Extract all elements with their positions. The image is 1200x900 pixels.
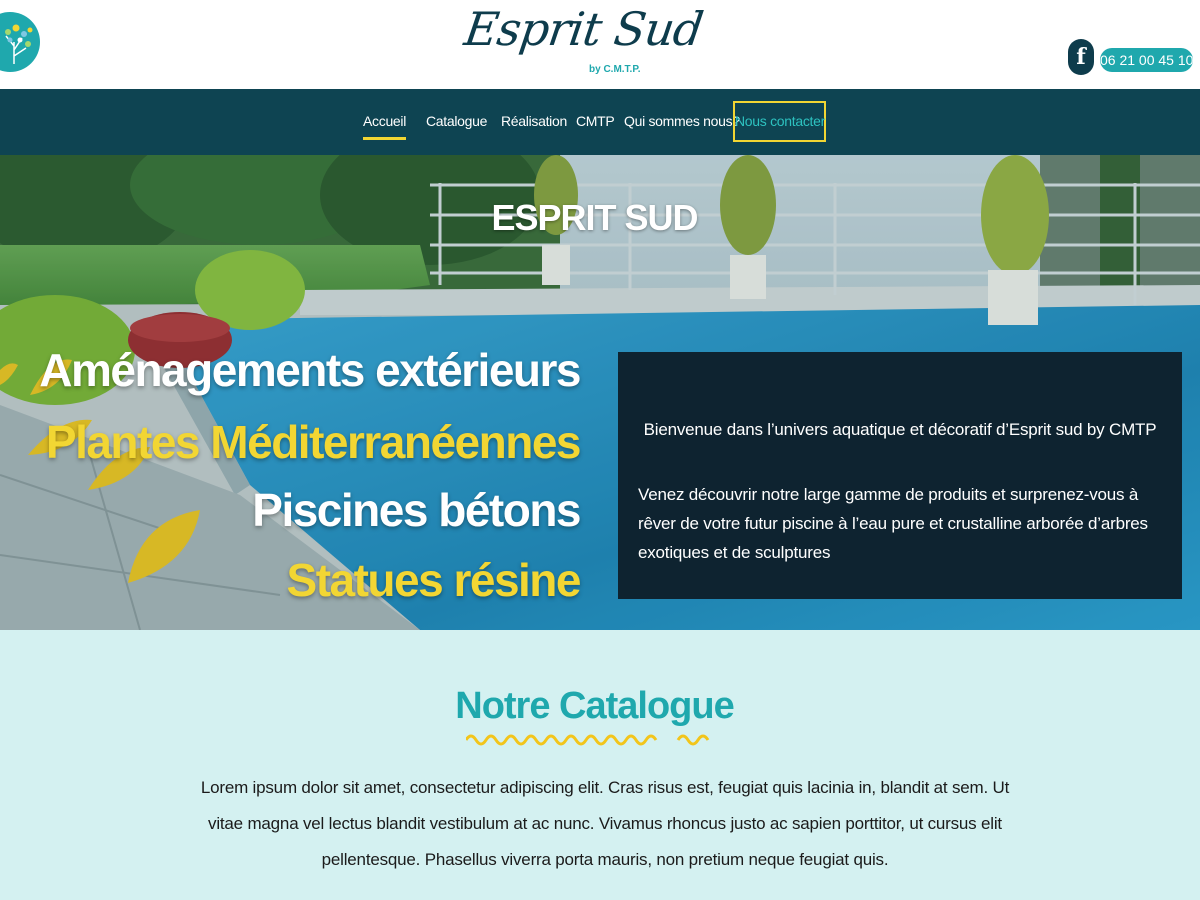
hero-banner: ESPRIT SUD Aménagements extérieurs Plant… xyxy=(0,155,1200,630)
wave-underline-icon xyxy=(466,734,710,746)
nav-item-accueil[interactable]: Accueil xyxy=(363,113,406,140)
nav-contact-button[interactable]: Nous contacter xyxy=(733,101,826,142)
catalogue-description: Lorem ipsum dolor sit amet, consectetur … xyxy=(200,778,1010,869)
welcome-description: Venez découvrir notre large gamme de pro… xyxy=(638,485,1148,562)
site-header: Esprit Sud by C.M.T.P. f 06 21 00 45 10 xyxy=(0,0,1200,89)
facebook-icon[interactable]: f xyxy=(1068,39,1094,75)
nav-item-realisation[interactable]: Réalisation xyxy=(501,113,567,129)
phone-button[interactable]: 06 21 00 45 10 xyxy=(1100,48,1193,72)
nav-item-qui-sommes-nous[interactable]: Qui sommes nous? xyxy=(624,113,740,129)
nav-item-cmtp[interactable]: CMTP xyxy=(576,113,615,129)
brand-name: Esprit Sud xyxy=(461,2,706,56)
hero-line-piscines: Piscines bétons xyxy=(252,484,581,536)
brand-logo[interactable]: Esprit Sud by C.M.T.P. xyxy=(461,2,706,84)
hero-title: ESPRIT SUD xyxy=(491,197,698,238)
hero-line-statues: Statues résine xyxy=(286,554,582,606)
tree-logo-icon[interactable] xyxy=(0,12,40,72)
catalogue-title: Notre Catalogue xyxy=(455,685,734,727)
welcome-heading: Bienvenue dans l’univers aquatique et dé… xyxy=(643,420,1157,439)
welcome-info-box: Bienvenue dans l’univers aquatique et dé… xyxy=(618,352,1182,599)
brand-subtitle: by C.M.T.P. xyxy=(589,64,641,75)
hero-line-plantes: Plantes Méditerranéennes xyxy=(45,416,582,468)
catalogue-section: Notre Catalogue Lorem ipsum dolor sit am… xyxy=(0,630,1200,900)
main-nav: Accueil Catalogue Réalisation CMTP Qui s… xyxy=(0,89,1200,155)
hero-line-amenagements: Aménagements extérieurs xyxy=(39,344,581,396)
nav-item-catalogue[interactable]: Catalogue xyxy=(426,113,487,129)
